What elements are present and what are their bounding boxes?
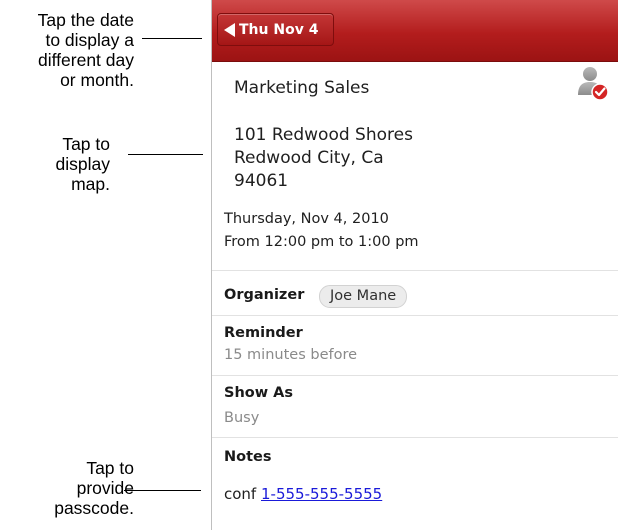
notes-body: conf 1-555-555-5555: [224, 485, 382, 503]
event-detail-screen: Thu Nov 4 Marketing Sales 101 Redwood Sh…: [211, 0, 618, 530]
callout-map-leader: [128, 154, 203, 155]
address-line: Redwood City, Ca: [234, 148, 384, 168]
notes-prefix: conf: [224, 485, 257, 503]
callout-date-leader: [142, 38, 202, 39]
date-back-button[interactable]: Thu Nov 4: [217, 13, 334, 46]
date-button-label: Thu Nov 4: [239, 21, 319, 38]
show-as-label: Show As: [224, 385, 294, 401]
organizer-chip[interactable]: Joe Mane: [319, 285, 408, 308]
divider: [212, 270, 618, 271]
divider: [212, 375, 618, 376]
divider: [212, 315, 618, 316]
show-as-value: Busy: [224, 410, 260, 426]
address-line: 94061: [234, 171, 289, 191]
address-line: 101 Redwood Shores: [234, 125, 413, 145]
event-date: Thursday, Nov 4, 2010: [224, 211, 389, 227]
reminder-label: Reminder: [224, 325, 303, 341]
callout-map: Tap to display map.: [55, 134, 110, 194]
phone-number-link[interactable]: 1-555-555-5555: [261, 485, 382, 503]
attendee-accepted-icon: [578, 67, 609, 101]
event-subject: Marketing Sales: [234, 78, 370, 98]
notes-label: Notes: [224, 449, 272, 465]
divider: [212, 437, 618, 438]
header-bar: Thu Nov 4: [212, 0, 618, 62]
callout-date: Tap the date to display a different day …: [37, 10, 134, 90]
reminder-value: 15 minutes before: [224, 347, 358, 363]
event-address[interactable]: 101 Redwood Shores Redwood City, Ca 9406…: [234, 124, 413, 193]
organizer-label: Organizer: [224, 287, 305, 303]
event-when: Thursday, Nov 4, 2010 From 12:00 pm to 1…: [224, 208, 419, 254]
callout-passcode-leader: [124, 490, 201, 491]
callout-passcode: Tap to provide passcode.: [54, 458, 134, 518]
back-arrow-icon: [224, 22, 235, 37]
event-time: From 12:00 pm to 1:00 pm: [224, 234, 419, 250]
